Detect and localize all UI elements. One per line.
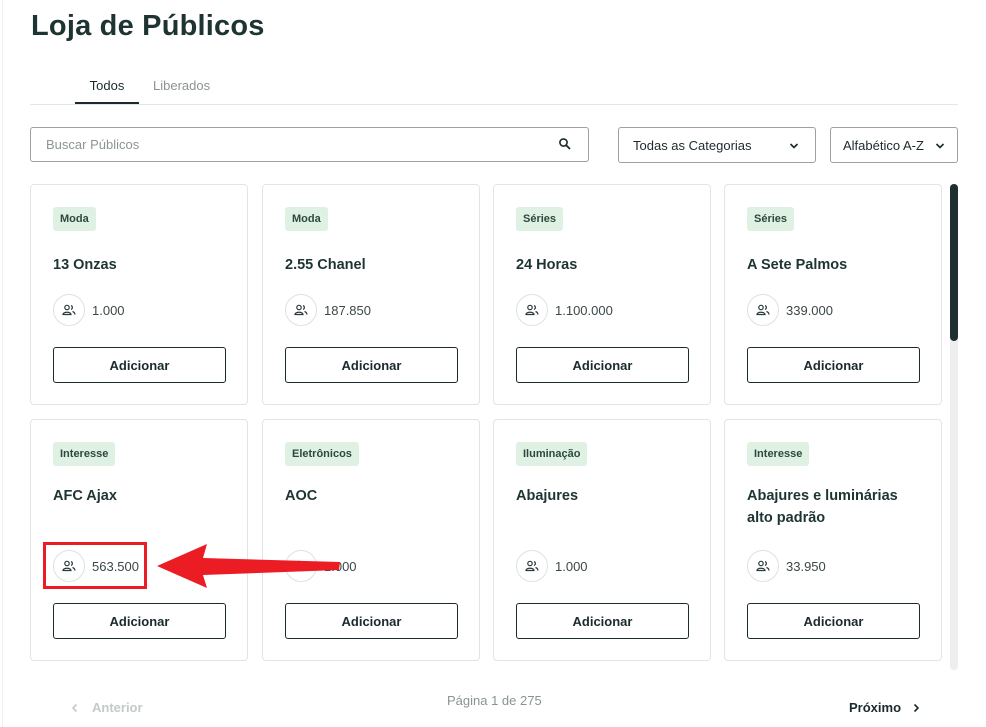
search-input[interactable] bbox=[31, 128, 511, 161]
tab-liberados[interactable]: Liberados bbox=[153, 78, 210, 104]
users-icon bbox=[747, 294, 779, 326]
tab-bar: Todos Liberados bbox=[30, 70, 958, 105]
page-left-border bbox=[2, 0, 3, 727]
audience-card: Moda 13 Onzas 1.000 Adicionar bbox=[30, 184, 248, 405]
chevron-down-icon bbox=[789, 143, 799, 149]
audience-card: Iluminação Abajures 1.000 Adicionar bbox=[493, 419, 711, 661]
audience-card: Interesse Abajures e luminárias alto pad… bbox=[724, 419, 942, 661]
search-box bbox=[30, 127, 589, 162]
add-button[interactable]: Adicionar bbox=[747, 347, 920, 383]
scrollbar-thumb[interactable] bbox=[950, 184, 958, 341]
card-title: A Sete Palmos bbox=[747, 257, 848, 273]
audience-count: 339.000 bbox=[786, 302, 833, 318]
card-title: AOC bbox=[285, 488, 318, 504]
card-title: 2.55 Chanel bbox=[285, 257, 366, 273]
card-title: 13 Onzas bbox=[53, 257, 117, 273]
users-icon bbox=[516, 550, 548, 582]
category-badge: Interesse bbox=[747, 442, 810, 466]
add-button[interactable]: Adicionar bbox=[516, 603, 689, 639]
page-title: Loja de Públicos bbox=[31, 10, 265, 42]
category-select-value: Todas as Categorias bbox=[633, 138, 752, 153]
scrollbar[interactable] bbox=[950, 184, 958, 670]
category-select[interactable]: Todas as Categorias bbox=[618, 127, 816, 163]
category-badge: Moda bbox=[53, 207, 96, 231]
add-button[interactable]: Adicionar bbox=[516, 347, 689, 383]
category-badge: Eletrônicos bbox=[285, 442, 359, 466]
users-icon bbox=[53, 294, 85, 326]
card-title: AFC Ajax bbox=[53, 488, 117, 504]
category-badge: Moda bbox=[285, 207, 328, 231]
pagination-info: Página 1 de 275 bbox=[447, 693, 542, 708]
users-icon bbox=[516, 294, 548, 326]
category-badge: Séries bbox=[516, 207, 564, 231]
category-badge: Iluminação bbox=[516, 442, 588, 466]
audience-size: 339.000 bbox=[747, 294, 833, 326]
card-title: Abajures e luminárias alto padrão bbox=[747, 488, 898, 526]
audience-count: 187.850 bbox=[324, 302, 371, 318]
audience-size: 33.950 bbox=[747, 550, 826, 582]
audience-size: 1.000 bbox=[53, 294, 125, 326]
audience-size: 1.100.000 bbox=[516, 294, 613, 326]
audience-size: 187.850 bbox=[285, 294, 371, 326]
add-button[interactable]: Adicionar bbox=[285, 347, 458, 383]
audience-count: 33.950 bbox=[786, 558, 826, 574]
tab-todos[interactable]: Todos bbox=[75, 78, 139, 104]
pagination-previous[interactable]: Anterior bbox=[70, 700, 143, 715]
audience-count: 1.100.000 bbox=[555, 302, 613, 318]
chevron-left-icon bbox=[71, 703, 78, 712]
add-button[interactable]: Adicionar bbox=[285, 603, 458, 639]
audience-count: 1.000 bbox=[555, 558, 588, 574]
chevron-right-icon bbox=[913, 703, 920, 712]
add-button[interactable]: Adicionar bbox=[53, 347, 226, 383]
audience-card: Séries 24 Horas 1.100.000 Adicionar bbox=[493, 184, 711, 405]
add-button[interactable]: Adicionar bbox=[747, 603, 920, 639]
audience-card: Moda 2.55 Chanel 187.850 Adicionar bbox=[262, 184, 480, 405]
pagination-next-label: Próximo bbox=[849, 700, 902, 715]
pagination-next[interactable]: Próximo bbox=[849, 700, 921, 715]
users-icon bbox=[747, 550, 779, 582]
category-badge: Séries bbox=[747, 207, 795, 231]
search-icon[interactable] bbox=[558, 137, 572, 151]
audience-size: 1.000 bbox=[516, 550, 588, 582]
sort-select-value: Alfabético A-Z bbox=[843, 138, 924, 153]
audience-card: Séries A Sete Palmos 339.000 Adicionar bbox=[724, 184, 942, 405]
audience-count: 1.000 bbox=[92, 302, 125, 318]
card-title: 24 Horas bbox=[516, 257, 578, 273]
chevron-down-icon bbox=[935, 143, 945, 149]
highlight-annotation-box bbox=[43, 542, 147, 589]
pagination-previous-label: Anterior bbox=[92, 700, 143, 715]
users-icon bbox=[285, 294, 317, 326]
sort-select[interactable]: Alfabético A-Z bbox=[830, 127, 958, 163]
category-badge: Interesse bbox=[53, 442, 116, 466]
red-arrow-icon bbox=[157, 544, 340, 588]
card-title: Abajures bbox=[516, 488, 579, 504]
add-button[interactable]: Adicionar bbox=[53, 603, 226, 639]
